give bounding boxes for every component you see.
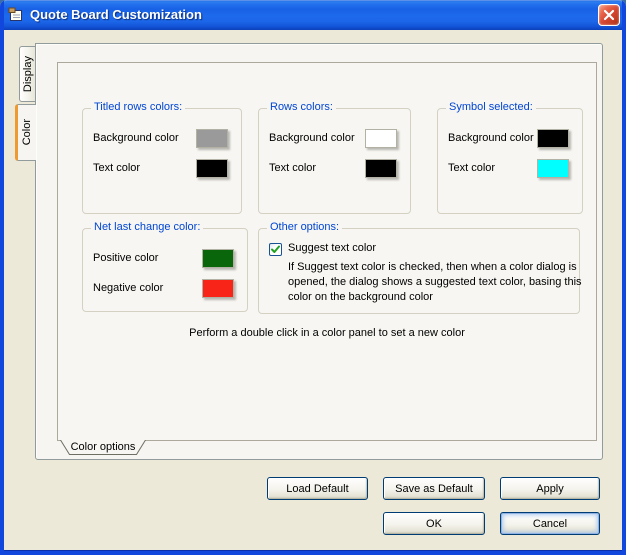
group-title: Net last change color:	[91, 221, 203, 233]
color-row: Text color	[269, 158, 397, 178]
color-row: Background color	[269, 128, 397, 148]
apply-button[interactable]: Apply	[500, 477, 600, 500]
negative-color-swatch[interactable]	[202, 279, 234, 298]
tab-color-label: Color	[21, 119, 33, 145]
rows-background-color-swatch[interactable]	[365, 129, 397, 148]
color-row: Positive color	[93, 248, 234, 268]
positive-color-swatch[interactable]	[202, 249, 234, 268]
group-title: Rows colors:	[267, 101, 336, 113]
rows-text-color-swatch[interactable]	[365, 159, 397, 178]
tab-display[interactable]: Display	[19, 46, 36, 102]
titled-rows-text-color-swatch[interactable]	[196, 159, 228, 178]
close-button[interactable]	[598, 4, 620, 26]
color-row: Negative color	[93, 278, 234, 298]
tab-color[interactable]: Color	[15, 104, 36, 161]
tab-color-options[interactable]: Color options	[60, 440, 146, 456]
group-title: Other options:	[267, 221, 342, 233]
color-row-label: Background color	[269, 132, 355, 144]
color-row-label: Text color	[269, 162, 316, 174]
symbol-background-color-swatch[interactable]	[537, 129, 569, 148]
save-as-default-button[interactable]: Save as Default	[383, 477, 485, 500]
color-row: Background color	[448, 128, 569, 148]
color-row-label: Background color	[93, 132, 179, 144]
color-row: Text color	[93, 158, 228, 178]
color-row-label: Positive color	[93, 252, 158, 264]
group-rows-colors: Rows colors: Background color Text color	[258, 108, 411, 214]
group-other-options: Other options: Suggest text color If Sug…	[258, 228, 580, 314]
color-row-label: Text color	[93, 162, 140, 174]
close-x-icon	[603, 9, 615, 21]
group-title: Symbol selected:	[446, 101, 536, 113]
clipboard-app-icon	[8, 7, 24, 23]
color-row: Background color	[93, 128, 228, 148]
suggest-text-color-checkbox[interactable]	[269, 243, 282, 256]
color-row-label: Background color	[448, 132, 534, 144]
suggest-text-color-label[interactable]: Suggest text color	[288, 242, 376, 254]
color-row-label: Text color	[448, 162, 495, 174]
double-click-hint: Perform a double click in a color panel …	[57, 327, 597, 339]
titlebar[interactable]: Quote Board Customization	[0, 0, 626, 30]
window-title: Quote Board Customization	[30, 0, 202, 29]
ok-button[interactable]: OK	[383, 512, 485, 535]
cancel-button[interactable]: Cancel	[500, 512, 600, 535]
group-title: Titled rows colors:	[91, 101, 185, 113]
color-row: Text color	[448, 158, 569, 178]
checkmark-icon	[270, 244, 281, 255]
color-row-label: Negative color	[93, 282, 163, 294]
titled-rows-background-color-swatch[interactable]	[196, 129, 228, 148]
symbol-text-color-swatch[interactable]	[537, 159, 569, 178]
suggest-text-color-description: If Suggest text color is checked, then w…	[288, 260, 582, 305]
load-default-button[interactable]: Load Default	[267, 477, 368, 500]
tab-color-options-label: Color options	[60, 441, 146, 453]
tab-display-label: Display	[22, 56, 34, 92]
group-titled-rows-colors: Titled rows colors: Background color Tex…	[82, 108, 242, 214]
quote-board-customization-dialog: Quote Board Customization Display Color …	[0, 0, 626, 555]
group-net-last-change-color: Net last change color: Positive color Ne…	[82, 228, 248, 312]
group-symbol-selected: Symbol selected: Background color Text c…	[437, 108, 583, 214]
